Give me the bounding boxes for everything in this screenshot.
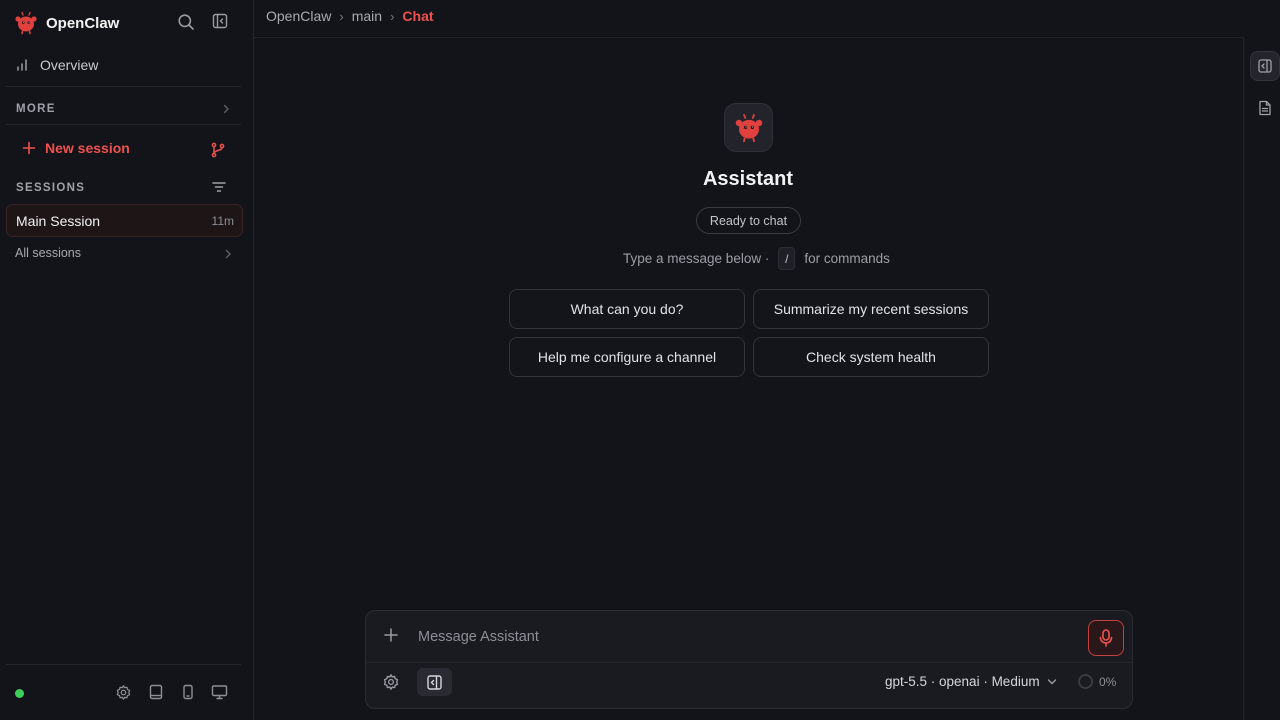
new-session-label: New session xyxy=(45,140,130,156)
suggestion-button[interactable]: Summarize my recent sessions xyxy=(753,289,989,329)
model-label: gpt-5.5 · openai · Medium xyxy=(885,674,1040,689)
suggestion-button[interactable]: Help me configure a channel xyxy=(509,337,745,377)
side-panel-toggle[interactable] xyxy=(417,668,452,696)
message-composer: gpt-5.5 · openai · Medium 0% xyxy=(365,610,1133,709)
assistant-title: Assistant xyxy=(702,168,794,190)
assistant-avatar xyxy=(724,103,773,152)
breadcrumb-separator: › xyxy=(390,8,395,24)
status-pill: Ready to chat xyxy=(696,207,801,234)
brand[interactable]: OpenClaw xyxy=(14,11,119,35)
document-button[interactable] xyxy=(1250,93,1280,123)
chevron-right-icon[interactable] xyxy=(224,249,232,259)
side-panel-icon xyxy=(427,674,442,690)
message-input[interactable] xyxy=(418,623,1078,651)
connection-status-dot xyxy=(15,689,24,698)
breadcrumb: OpenClaw › main › Chat xyxy=(266,8,434,24)
sidebar: OpenClaw Overview MORE New session SESSI… xyxy=(0,0,254,720)
nav-overview-label: Overview xyxy=(40,57,99,73)
new-session-button[interactable]: New session xyxy=(22,140,130,156)
divider xyxy=(6,664,241,665)
breadcrumb-item-main[interactable]: main xyxy=(352,8,382,24)
session-name: Main Session xyxy=(16,212,101,229)
chevron-right-icon[interactable] xyxy=(222,104,230,114)
usage-label: 0% xyxy=(1099,674,1117,689)
bar-chart-icon xyxy=(16,58,30,72)
composer-divider xyxy=(366,662,1132,663)
breadcrumb-current: Chat xyxy=(402,8,434,24)
command-hint: Type a message below · / for commands xyxy=(623,247,890,270)
plus-icon xyxy=(22,141,36,155)
all-sessions-link[interactable]: All sessions xyxy=(15,246,81,260)
hint-text-before: Type a message below · xyxy=(623,251,770,266)
search-icon[interactable] xyxy=(177,13,197,33)
openclaw-logo-icon xyxy=(734,113,764,143)
header-divider xyxy=(254,37,1243,38)
openclaw-logo-icon xyxy=(14,11,38,35)
context-usage: 0% xyxy=(1078,674,1116,689)
side-panel-icon xyxy=(1258,59,1272,73)
slash-key: / xyxy=(778,247,796,270)
microphone-button[interactable] xyxy=(1088,620,1124,656)
panel-toggle-button[interactable] xyxy=(1250,51,1280,81)
monitor-icon[interactable] xyxy=(211,684,229,702)
model-select[interactable]: gpt-5.5 · openai · Medium xyxy=(885,674,1057,689)
right-rail xyxy=(1243,37,1280,720)
hint-text-after: for commands xyxy=(804,251,890,266)
more-section-label[interactable]: MORE xyxy=(16,103,56,115)
usage-ring-icon xyxy=(1078,674,1093,689)
divider xyxy=(6,124,241,125)
git-branch-icon[interactable] xyxy=(210,142,226,158)
phone-icon[interactable] xyxy=(180,684,198,702)
collapse-sidebar-icon[interactable] xyxy=(212,13,232,33)
microphone-icon xyxy=(1099,629,1113,647)
breadcrumb-separator: › xyxy=(339,8,344,24)
session-age: 11m xyxy=(211,213,234,228)
book-icon[interactable] xyxy=(148,684,166,702)
nav-overview[interactable]: Overview xyxy=(16,57,98,73)
gear-icon[interactable] xyxy=(382,673,400,691)
suggestion-button[interactable]: Check system health xyxy=(753,337,989,377)
document-icon xyxy=(1258,100,1272,116)
attach-plus-icon[interactable] xyxy=(384,628,398,642)
chevron-down-icon xyxy=(1047,678,1057,686)
suggestion-button[interactable]: What can you do? xyxy=(509,289,745,329)
session-item-main[interactable]: Main Session 11m xyxy=(6,204,243,237)
divider xyxy=(6,86,241,87)
breadcrumb-item-openclaw[interactable]: OpenClaw xyxy=(266,8,331,24)
gear-icon[interactable] xyxy=(115,684,133,702)
brand-name: OpenClaw xyxy=(46,14,120,32)
